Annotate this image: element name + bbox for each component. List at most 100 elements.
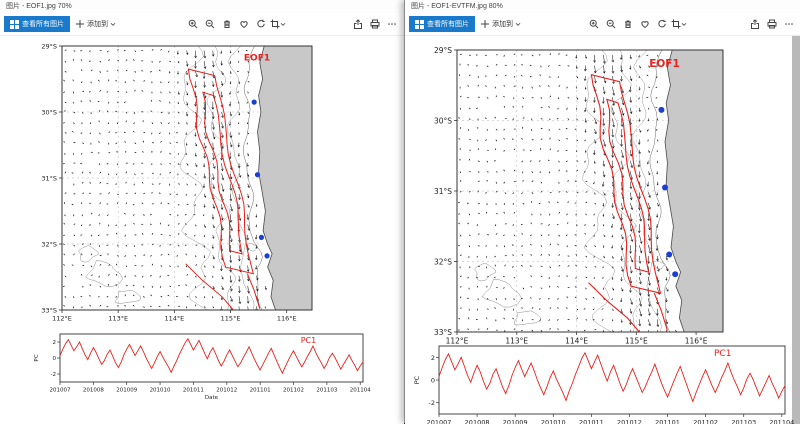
add-to-button[interactable]: 添加到 [70, 16, 121, 32]
favorite-button[interactable] [636, 16, 653, 32]
pc1-plot: 20-2201007201008201009201010201011201012… [30, 324, 375, 408]
crop-button[interactable] [269, 16, 286, 32]
toolbar: 查看所有图片 添加到 [0, 13, 404, 36]
add-to-label: 添加到 [87, 19, 108, 29]
photos-grid-icon [10, 20, 19, 29]
svg-text:201007: 201007 [50, 388, 71, 394]
share-button[interactable] [349, 16, 366, 32]
more-button[interactable] [383, 16, 400, 32]
eof-map-figure: 112°E113°E114°E115°E116°E29°S30°S31°S32°… [421, 40, 737, 354]
toolbar: 查看所有图片 添加到 [405, 13, 800, 36]
rotate-icon [657, 19, 667, 29]
svg-text:PC: PC [413, 375, 421, 384]
plus-icon [480, 19, 490, 29]
rotate-button[interactable] [653, 16, 670, 32]
svg-text:30°S: 30°S [41, 108, 57, 116]
window-title: 图片 - EOF1-EVTFM.jpg 80% [411, 3, 503, 10]
see-all-label: 查看所有图片 [22, 19, 64, 29]
titlebar[interactable]: 图片 - EOF1-EVTFM.jpg 80% [405, 0, 800, 13]
more-button[interactable] [780, 16, 797, 32]
zoom-in-icon [589, 19, 599, 29]
chevron-down-icon [515, 22, 521, 27]
add-to-label: 添加到 [492, 19, 513, 29]
svg-text:32°S: 32°S [434, 257, 452, 266]
see-all-photos-button[interactable]: 查看所有图片 [409, 16, 475, 32]
svg-text:116°E: 116°E [277, 315, 297, 323]
see-all-photos-button[interactable]: 查看所有图片 [4, 16, 70, 32]
svg-text:Date: Date [205, 395, 219, 401]
svg-text:201012: 201012 [617, 419, 642, 424]
rotate-icon [256, 19, 266, 29]
zoom-out-icon [606, 19, 616, 29]
svg-text:112°E: 112°E [52, 315, 72, 323]
delete-button[interactable] [619, 16, 636, 32]
svg-text:EOF1: EOF1 [649, 58, 680, 70]
zoom-in-button[interactable] [184, 16, 201, 32]
crop-icon [270, 19, 280, 29]
eof-map-figure: 112°E113°E114°E115°E116°E29°S30°S31°S32°… [28, 38, 328, 330]
delete-button[interactable] [218, 16, 235, 32]
share-button[interactable] [746, 16, 763, 32]
photos-window-right: 图片 - EOF1-EVTFM.jpg 80% 查看所有图片 添加到 112°E… [404, 0, 800, 423]
zoom-in-button[interactable] [585, 16, 602, 32]
share-icon [353, 19, 363, 29]
svg-text:0: 0 [53, 356, 57, 362]
favorite-button[interactable] [235, 16, 252, 32]
plus-icon [75, 19, 85, 29]
svg-text:29°S: 29°S [434, 46, 452, 55]
trash-icon [222, 19, 232, 29]
svg-text:201007: 201007 [427, 419, 452, 424]
svg-text:0: 0 [431, 376, 435, 384]
svg-text:201009: 201009 [503, 419, 528, 424]
svg-text:201101: 201101 [655, 419, 680, 424]
svg-text:29°S: 29°S [41, 42, 57, 50]
window-title: 图片 - EOF1.jpg 70% [6, 3, 72, 10]
svg-text:201102: 201102 [283, 388, 304, 394]
zoom-out-button[interactable] [201, 16, 218, 32]
svg-text:201011: 201011 [579, 419, 604, 424]
crop-button[interactable] [670, 16, 687, 32]
more-ellipsis-icon [784, 19, 794, 29]
print-button[interactable] [763, 16, 780, 32]
svg-text:201103: 201103 [731, 419, 756, 424]
photo-canvas[interactable]: 112°E113°E114°E115°E116°E29°S30°S31°S32°… [0, 36, 404, 424]
photos-grid-icon [415, 20, 424, 29]
svg-text:32°S: 32°S [41, 240, 57, 248]
svg-text:201011: 201011 [183, 388, 204, 394]
chevron-down-icon [110, 22, 116, 27]
svg-text:201104: 201104 [350, 388, 371, 394]
photo-viewport: 112°E113°E114°E115°E116°E29°S30°S31°S32°… [405, 36, 800, 424]
chevron-down-icon [681, 22, 687, 27]
svg-text:201008: 201008 [83, 388, 104, 394]
svg-text:PC1: PC1 [714, 349, 731, 359]
svg-text:201103: 201103 [316, 388, 337, 394]
printer-icon [370, 19, 380, 29]
share-icon [750, 19, 760, 29]
photo-canvas[interactable]: 112°E113°E114°E115°E116°E29°S30°S31°S32°… [405, 36, 792, 424]
print-button[interactable] [366, 16, 383, 32]
svg-text:30°S: 30°S [434, 116, 452, 125]
svg-text:-2: -2 [429, 399, 435, 407]
svg-text:115°E: 115°E [221, 315, 241, 323]
svg-text:2: 2 [431, 354, 435, 362]
svg-text:31°S: 31°S [434, 187, 452, 196]
svg-text:201104: 201104 [769, 419, 794, 424]
svg-text:33°S: 33°S [41, 306, 57, 314]
add-to-button[interactable]: 添加到 [475, 16, 526, 32]
rotate-button[interactable] [252, 16, 269, 32]
zoom-in-icon [188, 19, 198, 29]
heart-icon [640, 19, 650, 29]
more-ellipsis-icon [387, 19, 397, 29]
svg-text:201102: 201102 [693, 419, 718, 424]
crop-icon [671, 19, 681, 29]
see-all-label: 查看所有图片 [427, 19, 469, 29]
heart-icon [239, 19, 249, 29]
svg-text:201012: 201012 [216, 388, 237, 394]
zoom-out-icon [205, 19, 215, 29]
svg-text:EOF1: EOF1 [244, 53, 270, 63]
zoom-out-button[interactable] [602, 16, 619, 32]
titlebar[interactable]: 图片 - EOF1.jpg 70% [0, 0, 404, 13]
svg-text:201101: 201101 [250, 388, 271, 394]
svg-text:113°E: 113°E [108, 315, 128, 323]
svg-text:-2: -2 [51, 372, 56, 378]
